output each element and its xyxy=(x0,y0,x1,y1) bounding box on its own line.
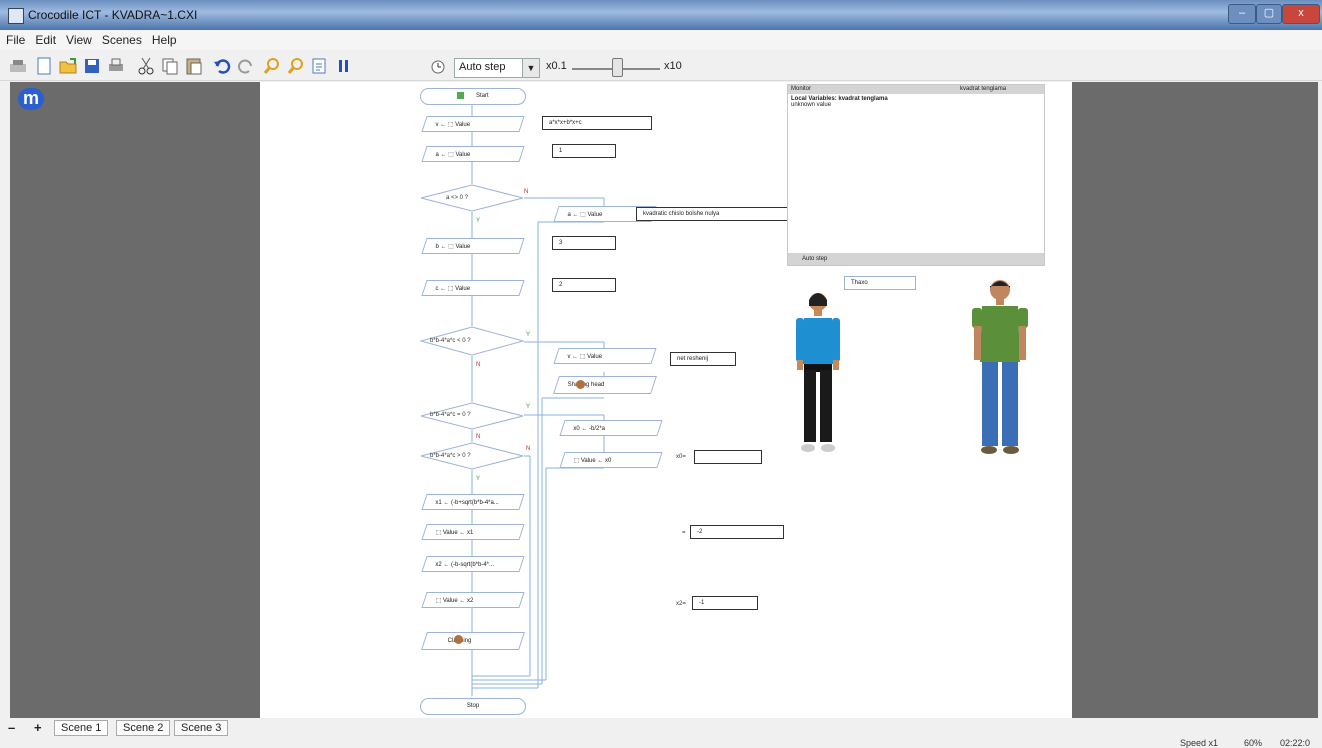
tab-scene-3[interactable]: Scene 3 xyxy=(174,720,229,736)
tab-scene-1[interactable]: Scene 1 xyxy=(54,720,109,736)
decision-positive-label: b*b-4*a*c > 0 ? xyxy=(430,453,471,459)
start-terminal[interactable]: Start xyxy=(420,88,526,105)
branch-yes-marker: Y xyxy=(476,218,481,224)
branch-yes-marker: Y xyxy=(476,476,481,482)
monitor-value-line: unknown value xyxy=(791,102,832,108)
status-time: 02:22:0 xyxy=(1280,738,1311,748)
stop-label: Stop xyxy=(466,703,480,709)
output-x1-label: ⬚ Value ← x1 xyxy=(435,530,474,536)
x2-value-display: -1 xyxy=(692,596,758,610)
compute-x1-block[interactable]: x1 ← (-b+sqrt(b*b-4*a... xyxy=(421,494,525,510)
input-b-label: b ← ⬚ Value xyxy=(435,244,471,250)
input-a-label: a ← ⬚ Value xyxy=(435,152,471,158)
status-speed: Speed x1 xyxy=(1180,738,1219,748)
equation-display: a*x*x+b*x+c xyxy=(542,116,652,130)
input-c-label: c ← ⬚ Value xyxy=(435,286,471,292)
shaking-head-block[interactable]: Shaking head xyxy=(553,376,657,394)
output-x1-block[interactable]: ⬚ Value ← x1 xyxy=(421,524,525,540)
compute-x2-label: x2 ← (-b-sqrt(b*b-4*... xyxy=(435,562,495,568)
branch-no-marker: N xyxy=(476,434,481,440)
output-error-label: a ← ⬚ Value xyxy=(567,212,603,218)
output-noroots-label: v ← ⬚ Value xyxy=(567,354,603,360)
input-a-block[interactable]: a ← ⬚ Value xyxy=(421,146,525,162)
decision-negative-label: b*b-4*a*c < 0 ? xyxy=(430,338,471,344)
flowchart-connectors xyxy=(471,103,605,696)
monitor-title: Monitor xyxy=(791,86,812,92)
decision-a-nonzero[interactable] xyxy=(420,184,524,212)
avatar-icon xyxy=(576,380,585,389)
branch-no-marker: N xyxy=(526,446,531,452)
output-noroots-block[interactable]: v ← ⬚ Value xyxy=(553,348,657,364)
compute-x0-label: x0 ← -b/2*a xyxy=(573,426,606,432)
x0-label: x0= xyxy=(676,454,686,460)
branch-no-marker: N xyxy=(524,189,529,195)
input-b-block[interactable]: b ← ⬚ Value xyxy=(421,238,525,254)
input-c-block[interactable]: c ← ⬚ Value xyxy=(421,280,525,296)
input-v-label: v ← ⬚ Value xyxy=(435,122,471,128)
output-x2-label: ⬚ Value ← x2 xyxy=(435,598,474,604)
c-value-display: 2 xyxy=(552,278,616,292)
output-x0-block[interactable]: ⬚ Value ← x0 xyxy=(559,452,663,468)
monitor-step-mode: Auto step xyxy=(802,256,828,262)
stop-terminal[interactable]: Stop xyxy=(420,698,526,715)
x1-value-display: -2 xyxy=(690,525,784,539)
monitor-subtitle: kvadrat tenglama xyxy=(960,86,1007,92)
female-character xyxy=(796,293,840,452)
x0-value-display xyxy=(694,450,762,464)
monitor-panel[interactable]: Monitor kvadrat tenglama Local Variables… xyxy=(787,84,1045,266)
branch-yes-marker: Y xyxy=(526,332,531,338)
start-label: Start xyxy=(476,93,489,99)
clapping-label: Clapping xyxy=(426,634,472,644)
add-scene-button[interactable]: + xyxy=(34,720,42,735)
status-zoom: 60% xyxy=(1244,738,1263,748)
x1-label: = xyxy=(682,530,686,536)
b-value-display: 3 xyxy=(552,236,616,250)
speech-box: Thaxo xyxy=(844,276,916,290)
output-x0-label: ⬚ Value ← x0 xyxy=(573,458,612,464)
monitor-variables-line: Local Variables: kvadrat tenglama xyxy=(791,96,888,102)
compute-x0-block[interactable]: x0 ← -b/2*a xyxy=(559,420,663,436)
scene-bar: – + Scene 1 Scene 2 Scene 3 xyxy=(0,718,1322,744)
output-x2-block[interactable]: ⬚ Value ← x2 xyxy=(421,592,525,608)
branch-no-marker: N xyxy=(476,362,481,368)
clapping-block[interactable]: Clapping xyxy=(421,632,525,650)
decision-zero-label: b*b-4*a*c = 0 ? xyxy=(430,412,471,418)
avatar-icon xyxy=(454,635,463,644)
tab-scene-2[interactable]: Scene 2 xyxy=(116,720,171,736)
a-value-display: 1 xyxy=(552,144,616,158)
remove-scene-button[interactable]: – xyxy=(8,720,15,735)
monitor-footer: Auto step xyxy=(788,253,1044,265)
no-roots-display: net reshenij xyxy=(670,352,736,366)
start-icon xyxy=(457,91,465,99)
input-v-block[interactable]: v ← ⬚ Value xyxy=(421,116,525,132)
male-character xyxy=(972,280,1028,454)
monitor-header: Monitor kvadrat tenglama xyxy=(788,85,1044,94)
decision-a-label: a <> 0 ? xyxy=(446,195,469,201)
branch-yes-marker: Y xyxy=(526,404,531,410)
compute-x2-block[interactable]: x2 ← (-b-sqrt(b*b-4*... xyxy=(421,556,525,572)
x2-label: x2= xyxy=(676,601,686,607)
compute-x1-label: x1 ← (-b+sqrt(b*b-4*a... xyxy=(435,500,499,506)
